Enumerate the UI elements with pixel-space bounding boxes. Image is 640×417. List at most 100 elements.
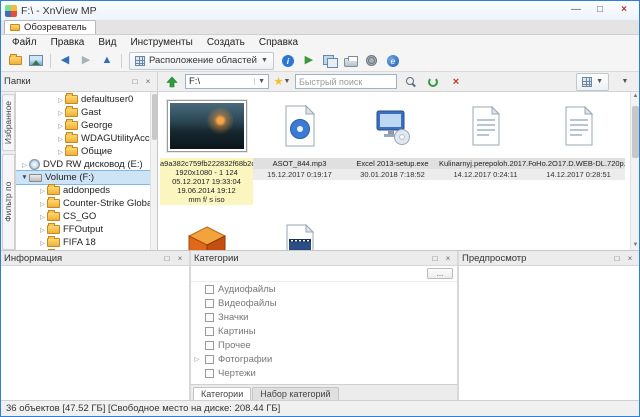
tree-item-gta-v[interactable]: Grand_Theft_Auto_V	[16, 249, 157, 250]
category-item-drawings[interactable]: Чертежи	[191, 366, 457, 380]
gear-icon	[366, 55, 378, 66]
file-item-selected[interactable]: a9a382c759fb222832f68b2d... 1920x1080 - …	[160, 94, 253, 212]
compare-button[interactable]	[320, 52, 340, 70]
menu-edit[interactable]: Правка	[44, 37, 92, 48]
maximize-button[interactable]: □	[589, 3, 611, 18]
menu-file[interactable]: Файл	[5, 37, 44, 48]
files-scrollbar-thumb[interactable]	[632, 106, 639, 158]
web-button[interactable]: e	[383, 52, 403, 70]
info-button[interactable]: i	[278, 52, 298, 70]
settings-button[interactable]	[362, 52, 382, 70]
checkbox[interactable]	[205, 298, 214, 308]
refresh-button[interactable]	[423, 73, 443, 91]
category-item-photos[interactable]: Фотографии	[191, 352, 457, 366]
expander-icon[interactable]	[38, 239, 47, 247]
tab-categories[interactable]: Категории	[193, 387, 252, 400]
slideshow-button[interactable]: ▶	[299, 52, 319, 70]
tree-item-counter-strike[interactable]: Counter-Strike Global Of	[16, 197, 157, 210]
tree-item-wdagutilityaccount[interactable]: WDAGUtilityAccount	[16, 132, 157, 145]
view-mode-dropdown[interactable]: ▼	[576, 72, 609, 91]
menu-create[interactable]: Создать	[200, 37, 252, 48]
file-item-installer[interactable]: Excel 2013-setup.exe 30.01.2018 7:18:52	[346, 94, 439, 206]
back-button[interactable]: ◀	[55, 52, 75, 70]
category-item-video[interactable]: Видеофайлы	[191, 296, 457, 310]
float-panel-button[interactable]: □	[161, 253, 173, 264]
tab-browser[interactable]: Обозреватель	[4, 20, 96, 34]
toolbar-separator	[50, 53, 51, 68]
tree-item-cs-go[interactable]: CS_GO	[16, 210, 157, 223]
category-item-pictures[interactable]: Картины	[191, 324, 457, 338]
files-scrollbar[interactable]: ▲ ▼	[630, 92, 639, 250]
float-panel-button[interactable]: □	[429, 253, 441, 264]
up-button[interactable]: ▲	[97, 52, 117, 70]
tree-item-dvd-drive[interactable]: DVD RW дисковод (E:)	[16, 158, 157, 171]
favorites-button[interactable]: ★ ▼	[272, 73, 292, 91]
side-tab-favorites[interactable]: Избранное	[1, 94, 15, 152]
expander-icon[interactable]	[38, 200, 47, 208]
file-item-archive[interactable]	[160, 212, 253, 250]
checkbox[interactable]	[205, 326, 214, 336]
expander-icon[interactable]	[193, 355, 201, 363]
checkbox[interactable]	[205, 340, 214, 350]
checkbox[interactable]	[205, 368, 214, 378]
category-item-audio[interactable]: Аудиофайлы	[191, 282, 457, 296]
tree-item-ffoutput[interactable]: FFOutput	[16, 223, 157, 236]
tree-item-george[interactable]: George	[16, 119, 157, 132]
checkbox[interactable]	[205, 284, 214, 294]
float-panel-button[interactable]: □	[129, 76, 141, 87]
tree-item-addonpeds[interactable]: addonpeds	[16, 184, 157, 197]
sort-dropdown-button[interactable]: ▼	[615, 73, 635, 91]
checkbox[interactable]	[205, 312, 214, 322]
tree-item-fifa18[interactable]: FIFA 18	[16, 236, 157, 249]
expander-icon[interactable]	[20, 174, 29, 181]
expander-icon[interactable]	[38, 226, 47, 234]
close-panel-button[interactable]: ×	[624, 253, 636, 264]
search-button[interactable]	[400, 73, 420, 91]
go-up-button[interactable]	[162, 73, 182, 91]
float-panel-button[interactable]: □	[611, 253, 623, 264]
side-tab-category-filter[interactable]: Фильтр по категориям	[1, 154, 23, 250]
close-panel-button[interactable]: ×	[142, 76, 154, 87]
minimize-button[interactable]: —	[565, 3, 587, 18]
menu-help[interactable]: Справка	[252, 37, 305, 48]
play-icon: ▶	[304, 54, 314, 66]
tree-scrollbar[interactable]	[150, 92, 157, 250]
menu-view[interactable]: Вид	[91, 37, 123, 48]
scroll-up-icon[interactable]: ▲	[631, 92, 639, 101]
expander-icon[interactable]	[56, 148, 65, 156]
close-panel-button[interactable]: ×	[442, 253, 454, 264]
file-item-document[interactable]: Kulinarnyj.perepoloh.2017.P... 14.12.201…	[439, 94, 532, 206]
file-item-document[interactable]: oHo.2O17.D.WEB-DL.720p... 14.12.2017 0:2…	[532, 94, 625, 206]
file-item-video[interactable]	[253, 212, 346, 250]
browser-mode-button[interactable]	[5, 52, 25, 70]
file-item-audio[interactable]: ASOT_844.mp3 15.12.2017 0:19:17	[253, 94, 346, 206]
viewer-mode-button[interactable]	[26, 52, 46, 70]
tree-item-volume-f[interactable]: Volume (F:)	[16, 170, 157, 185]
quick-search-input[interactable]	[299, 76, 393, 87]
print-button[interactable]	[341, 52, 361, 70]
checkbox[interactable]	[205, 354, 214, 364]
expander-icon[interactable]	[56, 122, 65, 130]
tree-scrollbar-thumb[interactable]	[152, 94, 157, 140]
expander-icon[interactable]	[56, 135, 65, 143]
menu-tools[interactable]: Инструменты	[123, 37, 199, 48]
tree-item-defaultuser0[interactable]: defaultuser0	[16, 93, 157, 106]
close-button[interactable]: ×	[613, 3, 635, 18]
tree-item-obshchie[interactable]: Общие	[16, 145, 157, 158]
layout-dropdown[interactable]: Расположение областей ▼	[129, 51, 274, 70]
path-combobox[interactable]: F:\ ▼	[185, 74, 269, 89]
categories-more-button[interactable]: ...	[427, 268, 453, 279]
expander-icon[interactable]	[38, 213, 47, 221]
tree-item-gast[interactable]: Gast	[16, 106, 157, 119]
expander-icon[interactable]	[38, 187, 47, 195]
category-item-icons[interactable]: Значки	[191, 310, 457, 324]
forward-button[interactable]: ▶	[76, 52, 96, 70]
tab-category-sets[interactable]: Набор категорий	[252, 387, 339, 400]
cancel-filter-button[interactable]: ×	[446, 73, 466, 91]
close-panel-button[interactable]: ×	[174, 253, 186, 264]
category-item-other[interactable]: Прочее	[191, 338, 457, 352]
expander-icon[interactable]	[20, 161, 29, 169]
scroll-down-icon[interactable]: ▼	[631, 241, 639, 250]
expander-icon[interactable]	[56, 109, 65, 117]
expander-icon[interactable]	[56, 96, 65, 104]
